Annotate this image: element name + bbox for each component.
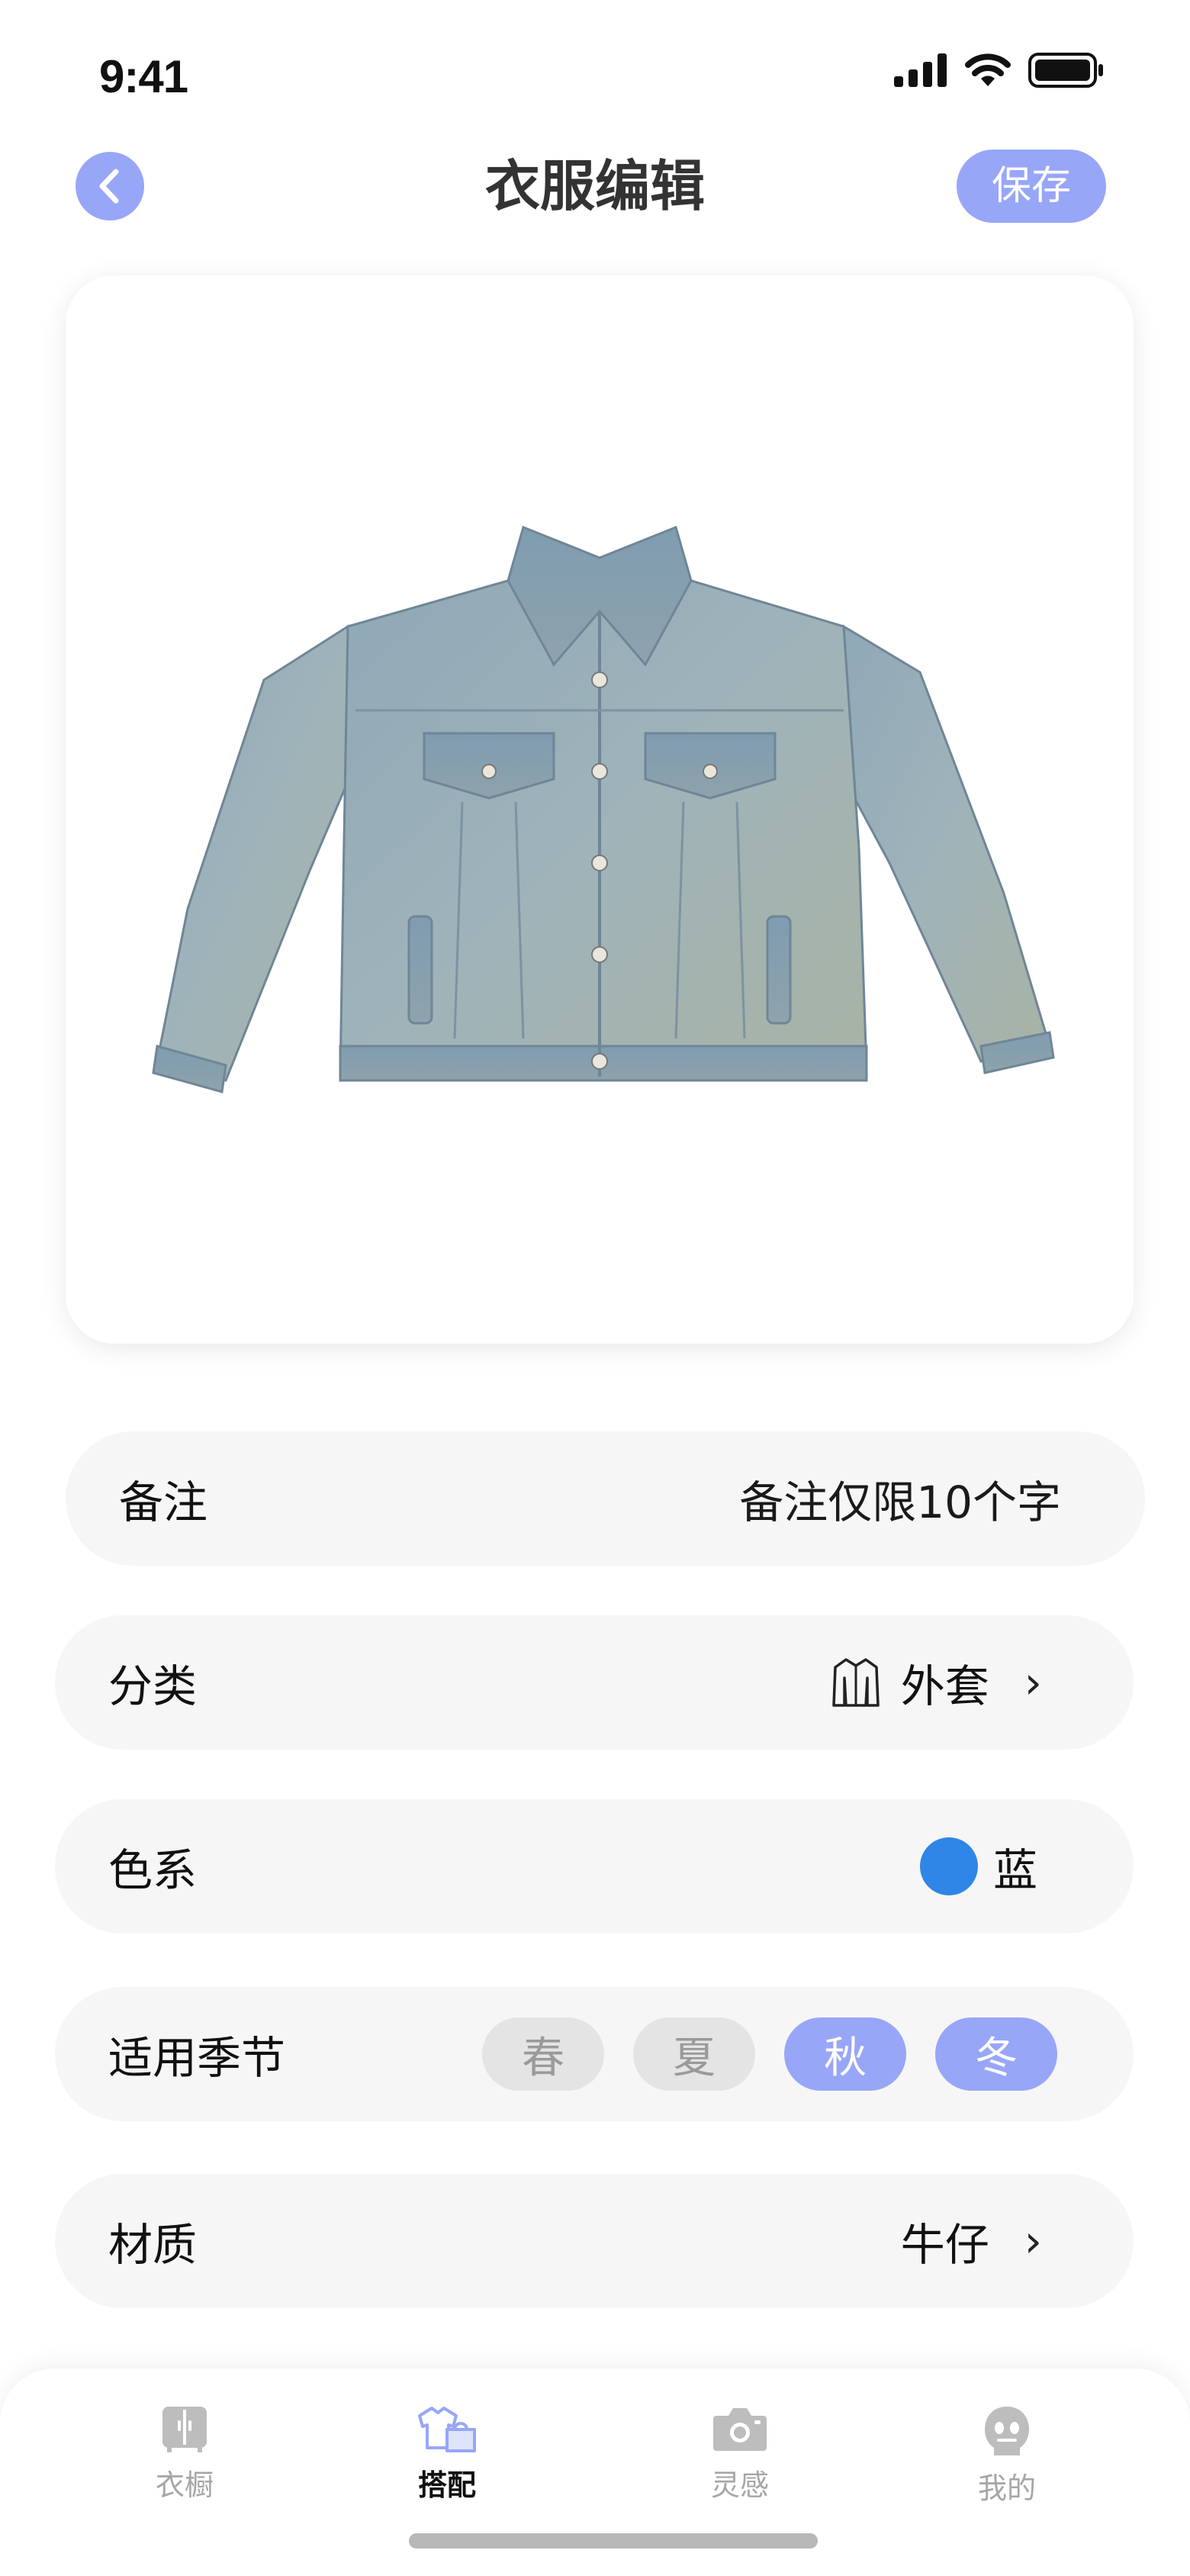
jacket-icon (832, 1658, 880, 1707)
tab-profile-label: 我的 (977, 2471, 1036, 2505)
color-value[interactable]: 蓝 (919, 1834, 1037, 1898)
season-chip-spring[interactable]: 春 (482, 2017, 604, 2091)
season-chip-autumn[interactable]: 秋 (784, 2017, 906, 2091)
wifi-icon (965, 53, 1011, 86)
save-button[interactable]: 保存 (957, 150, 1106, 223)
chevron-right-icon: › (1024, 2215, 1042, 2267)
material-label: 材质 (108, 2219, 198, 2271)
color-swatch (919, 1837, 978, 1895)
category-value[interactable]: 外套 › (831, 1650, 1042, 1715)
status-bar: 9:41 (0, 0, 1190, 122)
denim-jacket-image (152, 525, 1055, 1093)
season-row: 适用季节 春 夏 秋 冬 (55, 1987, 1134, 2121)
material-text: 牛仔 (900, 2219, 989, 2271)
tab-profile[interactable]: 我的 (931, 2404, 1083, 2507)
tab-wardrobe-label: 衣橱 (155, 2468, 214, 2502)
tab-outfit-label: 搭配 (417, 2468, 476, 2502)
tab-inspiration-label: 灵感 (710, 2468, 769, 2502)
category-row[interactable]: 分类 外套 › (55, 1615, 1134, 1750)
note-input[interactable]: 备注仅限10个字 (739, 1467, 1061, 1531)
tab-wardrobe[interactable]: 衣橱 (108, 2404, 261, 2504)
clothing-image-card[interactable] (66, 275, 1134, 1344)
note-label: 备注 (119, 1476, 208, 1528)
chevron-right-icon: › (1024, 1657, 1042, 1708)
tab-outfit[interactable]: 搭配 (371, 2404, 523, 2504)
season-label: 适用季节 (108, 2032, 286, 2084)
note-row[interactable]: 备注 备注仅限10个字 (66, 1431, 1145, 1566)
tab-inspiration[interactable]: 灵感 (664, 2404, 816, 2504)
battery-icon (1028, 53, 1103, 88)
category-label: 分类 (108, 1660, 198, 1712)
status-icons (894, 47, 1105, 93)
color-label: 色系 (108, 1844, 198, 1896)
color-text: 蓝 (992, 1844, 1037, 1896)
home-indicator (409, 2533, 818, 2549)
camera-icon (713, 2408, 767, 2451)
season-chip-winter[interactable]: 冬 (935, 2017, 1057, 2091)
outfit-icon (418, 2407, 476, 2452)
profile-icon (985, 2407, 1029, 2455)
material-value[interactable]: 牛仔 › (901, 2209, 1042, 2273)
season-options: 春 夏 秋 冬 (482, 2017, 1057, 2091)
color-row[interactable]: 色系 蓝 (55, 1799, 1134, 1934)
season-chip-summer[interactable]: 夏 (633, 2017, 755, 2091)
status-time: 9:41 (99, 51, 188, 102)
category-text: 外套 (900, 1660, 989, 1712)
wardrobe-icon (162, 2407, 207, 2452)
signal-icon (894, 53, 947, 87)
material-row[interactable]: 材质 牛仔 › (55, 2174, 1134, 2308)
